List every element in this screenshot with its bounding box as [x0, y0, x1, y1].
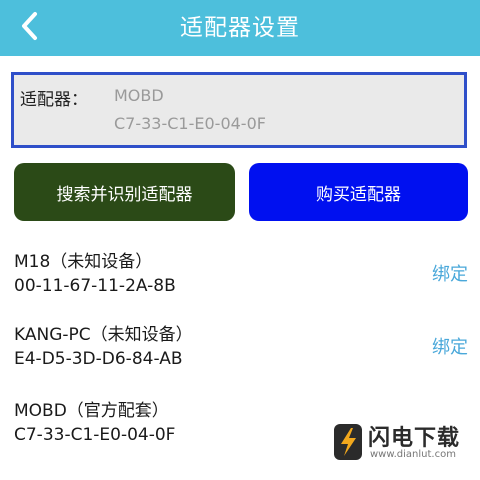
device-name: KANG-PC（未知设备） — [14, 325, 193, 345]
adapter-name: MOBD — [114, 86, 164, 105]
current-adapter-panel: 适配器： MOBD C7-33-C1-E0-04-0F — [11, 72, 467, 148]
device-list-item: M18（未知设备） 00-11-67-11-2A-8B 绑定 — [14, 247, 470, 307]
top-app-bar: 适配器设置 — [0, 0, 480, 56]
device-name: MOBD（官方配套） — [14, 401, 169, 421]
lightning-logo-icon — [332, 422, 364, 466]
page-title: 适配器设置 — [180, 15, 300, 41]
adapter-label: 适配器： — [20, 90, 88, 110]
watermark-logo: 闪电下载 www.dianlut.com — [330, 418, 470, 468]
watermark-url: www.dianlut.com — [370, 449, 456, 460]
device-list-item: KANG-PC（未知设备） E4-D5-3D-D6-84-AB 绑定 — [14, 320, 470, 380]
device-mac: 00-11-67-11-2A-8B — [14, 276, 176, 296]
search-adapter-button[interactable]: 搜索并识别适配器 — [14, 163, 235, 221]
bind-button[interactable]: 绑定 — [432, 333, 468, 359]
device-mac: C7-33-C1-E0-04-0F — [14, 425, 176, 445]
device-mac: E4-D5-3D-D6-84-AB — [14, 349, 183, 369]
watermark-text: 闪电下载 — [368, 426, 461, 451]
buy-adapter-button[interactable]: 购买适配器 — [249, 163, 468, 221]
bind-button[interactable]: 绑定 — [432, 260, 468, 286]
adapter-mac: C7-33-C1-E0-04-0F — [114, 114, 266, 133]
device-name: M18（未知设备） — [14, 252, 153, 272]
